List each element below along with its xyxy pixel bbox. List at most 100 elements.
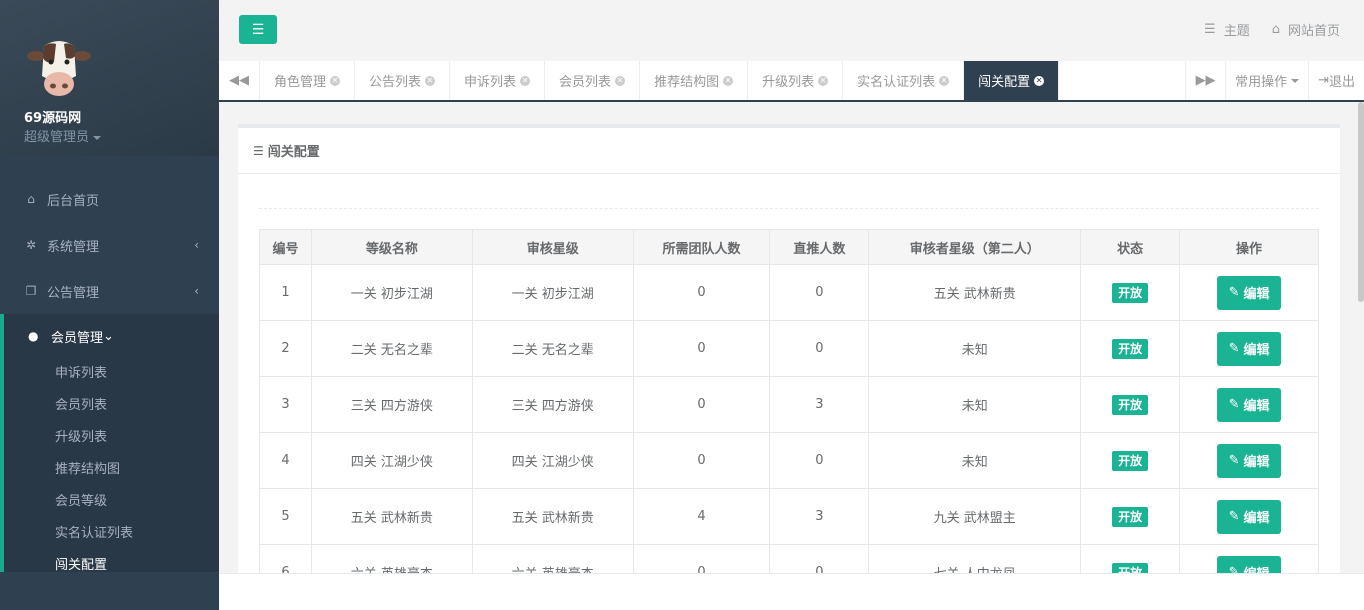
close-icon[interactable]: ✕: [1034, 75, 1045, 86]
panel-title-text: 闯关配置: [267, 145, 320, 160]
edit-button[interactable]: ✎编辑: [1216, 387, 1282, 422]
cell-review-star: 三关 四方游侠: [471, 376, 634, 433]
logout-icon: ⇥: [1318, 73, 1329, 88]
cell-status: 开放: [1080, 488, 1181, 545]
chevron-left-icon: ‹: [194, 284, 199, 298]
home-icon: ⌂: [27, 192, 35, 206]
tab-upgrade-list[interactable]: 升级列表 ✕: [748, 61, 844, 100]
common-ops-dropdown[interactable]: 常用操作: [1225, 61, 1308, 100]
submenu-item-current[interactable]: 闯关配置: [55, 550, 219, 582]
tab-label: 公告列表: [369, 75, 422, 90]
theme-link[interactable]: ☰ 主题: [1204, 20, 1250, 39]
edit-button[interactable]: ✎编辑: [1216, 499, 1282, 534]
close-icon[interactable]: ✕: [939, 75, 950, 86]
tab-label: 申诉列表: [464, 75, 517, 90]
cell-team-count: 0: [632, 264, 771, 321]
role-label: 超级管理员: [24, 130, 90, 145]
cell-action: ✎编辑: [1179, 320, 1319, 377]
hamburger-icon: ☰: [251, 21, 265, 38]
edit-button[interactable]: ✎编辑: [1216, 275, 1282, 310]
close-icon[interactable]: ✕: [723, 75, 734, 86]
close-icon[interactable]: ✕: [425, 75, 436, 86]
panel-title: ☰ 闯关配置: [238, 128, 1340, 174]
cell-team-count: 0: [632, 376, 771, 433]
cell-review-star: 五关 武林新贵: [471, 488, 634, 545]
cell-reviewer-star: 九关 武林盟主: [868, 488, 1082, 545]
tab-role[interactable]: 角色管理 ✕: [260, 61, 356, 100]
tab-scroll-right-button[interactable]: ▶▶: [1185, 61, 1225, 100]
tab-level-config[interactable]: 闯关配置 ✕: [964, 61, 1060, 100]
edit-label: 编辑: [1243, 399, 1270, 414]
level-config-table: 编号 等级名称 审核星级 所需团队人数 直推人数 审核者星级（第二人） 状态 操…: [259, 229, 1319, 601]
submenu-item[interactable]: 推荐结构图: [55, 454, 219, 486]
caret-down-icon: [93, 135, 102, 140]
footer-bar: [219, 573, 1364, 610]
tab-referral-tree[interactable]: 推荐结构图 ✕: [640, 61, 749, 100]
tab-bar: ◀◀ 角色管理 ✕ 公告列表 ✕ 申诉列表 ✕ 会员列表 ✕ 推荐结构图 ✕ 升级列表 ✕ …: [219, 61, 1364, 102]
table-row: 3 三关 四方游侠 三关 四方游侠 0 3 未知 开放 ✎ 编辑: [259, 376, 1319, 433]
submenu-item[interactable]: 申诉列表: [55, 358, 219, 390]
menu-toggle-button[interactable]: ☰: [239, 15, 277, 44]
tab-scroll-left-button[interactable]: ◀◀: [219, 61, 260, 100]
nav-item-notice[interactable]: ❐ 公告管理 ‹: [0, 268, 219, 314]
tab-appeal-list[interactable]: 申诉列表 ✕: [450, 61, 546, 100]
content-area: ☰ 闯关配置 编号 等级名称 审核星级 所需团队人数 直推人数 审核者星级（第二…: [219, 102, 1364, 610]
table-header-row: 编号 等级名称 审核星级 所需团队人数 直推人数 审核者星级（第二人） 状态 操…: [259, 229, 1319, 265]
tab-label: 实名认证列表: [857, 75, 936, 90]
cell-level-name: 三关 四方游侠: [310, 376, 473, 433]
edit-button[interactable]: ✎编辑: [1216, 331, 1282, 366]
cell-level-name: 一关 初步江湖: [310, 264, 473, 321]
nav-members-header[interactable]: ● 会员管理 ⌄: [24, 314, 219, 358]
col-header: 编号: [259, 229, 312, 265]
logout-button[interactable]: ⇥ 退出: [1308, 61, 1364, 100]
tab-label: 会员列表: [559, 75, 612, 90]
edit-label: 编辑: [1243, 287, 1270, 302]
tab-actions: ▶▶ 常用操作 ⇥ 退出: [1185, 61, 1364, 100]
cell-team-count: 0: [632, 320, 771, 377]
vertical-scrollbar[interactable]: [1358, 102, 1364, 302]
col-header: 直推人数: [769, 229, 870, 265]
nav-item-system[interactable]: ✲ 系统管理 ‹: [0, 222, 219, 268]
edit-button[interactable]: ✎编辑: [1216, 443, 1282, 478]
edit-label: 编辑: [1243, 343, 1270, 358]
nav-label: 后台首页: [47, 193, 100, 209]
close-icon[interactable]: ✕: [615, 75, 626, 86]
cell-review-star: 四关 江湖少侠: [471, 432, 634, 489]
cell-team-count: 4: [632, 488, 771, 545]
cell-status: 开放: [1080, 432, 1181, 489]
cow-avatar-icon[interactable]: [26, 36, 92, 100]
cell-status: 开放: [1080, 376, 1181, 433]
cell-direct-count: 3: [769, 488, 870, 545]
config-panel: ☰ 闯关配置 编号 等级名称 审核星级 所需团队人数 直推人数 审核者星级（第二…: [238, 124, 1340, 601]
status-badge: 开放: [1112, 450, 1149, 471]
submenu-item[interactable]: 会员等级: [55, 486, 219, 518]
col-header: 操作: [1179, 229, 1319, 265]
cell-id: 4: [259, 432, 312, 489]
close-icon[interactable]: ✕: [818, 75, 829, 86]
role-dropdown[interactable]: 超级管理员: [24, 126, 102, 145]
pencil-icon: ✎: [1228, 509, 1240, 524]
status-badge: 开放: [1112, 282, 1149, 303]
gear-icon: ✲: [25, 238, 37, 252]
table-row: 1 一关 初步江湖 一关 初步江湖 0 0 五关 武林新贵 开放 ✎ 编辑: [259, 264, 1319, 321]
nav-item-home[interactable]: ⌂ 后台首页: [0, 176, 219, 222]
status-badge: 开放: [1112, 338, 1149, 359]
close-icon[interactable]: ✕: [520, 75, 531, 86]
cell-review-star: 二关 无名之辈: [471, 320, 634, 377]
nav-item-members: ● 会员管理 ⌄ 申诉列表 会员列表 升级列表 推荐结构图 会员等级 实名认证列…: [0, 314, 219, 573]
submenu-item[interactable]: 实名认证列表: [55, 518, 219, 550]
submenu-item[interactable]: 升级列表: [55, 422, 219, 454]
theme-label: 主题: [1223, 24, 1250, 39]
profile-name: 69源码网: [24, 111, 82, 126]
tab-member-list[interactable]: 会员列表 ✕: [545, 61, 641, 100]
forward-icon: ▶▶: [1195, 73, 1216, 88]
site-home-link[interactable]: ⌂ 网站首页: [1272, 20, 1340, 39]
tab-label: 升级列表: [762, 75, 815, 90]
cell-level-name: 四关 江湖少侠: [310, 432, 473, 489]
tab-notice-list[interactable]: 公告列表 ✕: [355, 61, 451, 100]
cell-team-count: 0: [632, 432, 771, 489]
close-icon[interactable]: ✕: [330, 75, 341, 86]
sidebar: 69源码网 超级管理员 ⌂ 后台首页 ✲ 系统管理 ‹ ❐ 公告管理 ‹ ● 会…: [0, 0, 219, 610]
submenu-item[interactable]: 会员列表: [55, 390, 219, 422]
tab-verify-list[interactable]: 实名认证列表 ✕: [843, 61, 965, 100]
